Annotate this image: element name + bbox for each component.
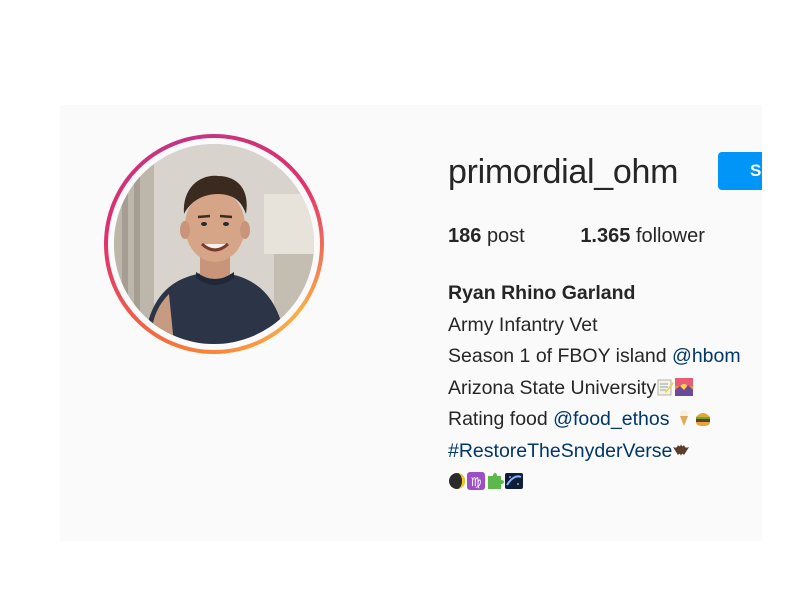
avatar[interactable] [114,144,314,344]
profile-info: primordial_ohm S 186 post 1.365 follower… [448,105,762,541]
bio-line-2-text: Season 1 of FBOY island [448,345,673,367]
bio-line-5: #RestoreTheSnyderVerse [448,436,741,468]
posts-stat[interactable]: 186 post [448,225,525,248]
profile-stats: 186 post 1.365 follower [448,225,755,248]
profile-full-name: Ryan Rhino Garland [448,282,636,304]
posts-count: 186 [448,225,482,247]
virgo-emoji: ♍ [467,472,485,490]
sunrise-emoji [675,377,694,396]
profile-header: primordial_ohm S 186 post 1.365 follower… [60,105,762,541]
profile-username: primordial_ohm [448,153,679,191]
followers-stat[interactable]: 1.365 follower [580,225,705,248]
followers-label: follower [635,225,705,247]
bat-emoji [673,443,690,456]
bio-line-2: Season 1 of FBOY island @hbom [448,341,741,373]
posts-label: post [486,225,525,247]
followers-count: 1.365 [580,225,631,247]
svg-text:♍: ♍ [471,475,482,489]
hashtag-link[interactable]: #RestoreTheSnyderVerse [448,440,672,462]
galaxy-emoji [505,473,523,489]
page: primordial_ohm S 186 post 1.365 follower… [0,0,800,600]
mention-link-hbom[interactable]: @hbom [672,345,741,367]
bio-line-3-text: Arizona State University [448,376,657,399]
profile-bio: Ryan Rhino Garland Army Infantry Vet Sea… [448,278,741,499]
memo-emoji [657,379,675,395]
puzzle-emoji [488,473,504,489]
bio-line-1: Army Infantry Vet [448,313,598,336]
bio-line-6: ♍ [448,467,741,499]
bio-line-4-text: Rating food [448,408,554,430]
moon-emoji [449,473,465,489]
mention-link-food-ethos[interactable]: @food_ethos [553,408,669,430]
bio-line-3: Arizona State University [448,373,741,405]
bio-line-4: Rating food @food_ethos [448,404,741,436]
avatar-photo [114,144,314,344]
follow-button[interactable]: S [718,152,762,190]
avatar-story-ring[interactable] [104,134,324,354]
ice-cream-emoji [679,410,688,426]
burger-emoji [695,413,710,426]
